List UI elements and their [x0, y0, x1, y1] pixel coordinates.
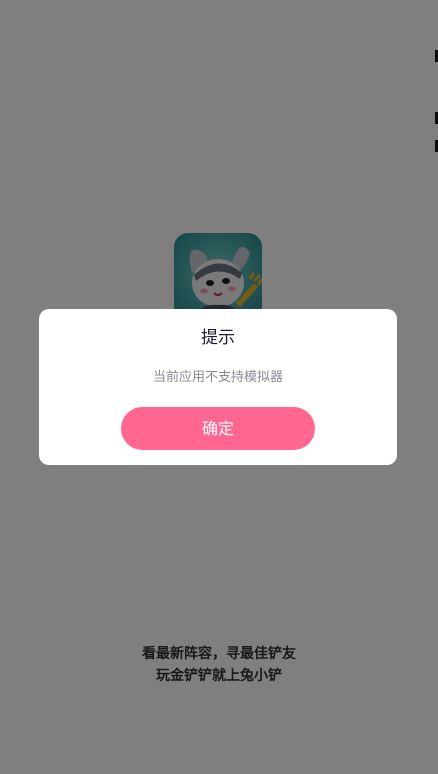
- confirm-button[interactable]: 确定: [121, 407, 315, 450]
- alert-dialog: 提示 当前应用不支持模拟器 确定: [39, 309, 397, 465]
- dialog-title: 提示: [201, 328, 235, 348]
- dialog-message: 当前应用不支持模拟器: [152, 370, 283, 385]
